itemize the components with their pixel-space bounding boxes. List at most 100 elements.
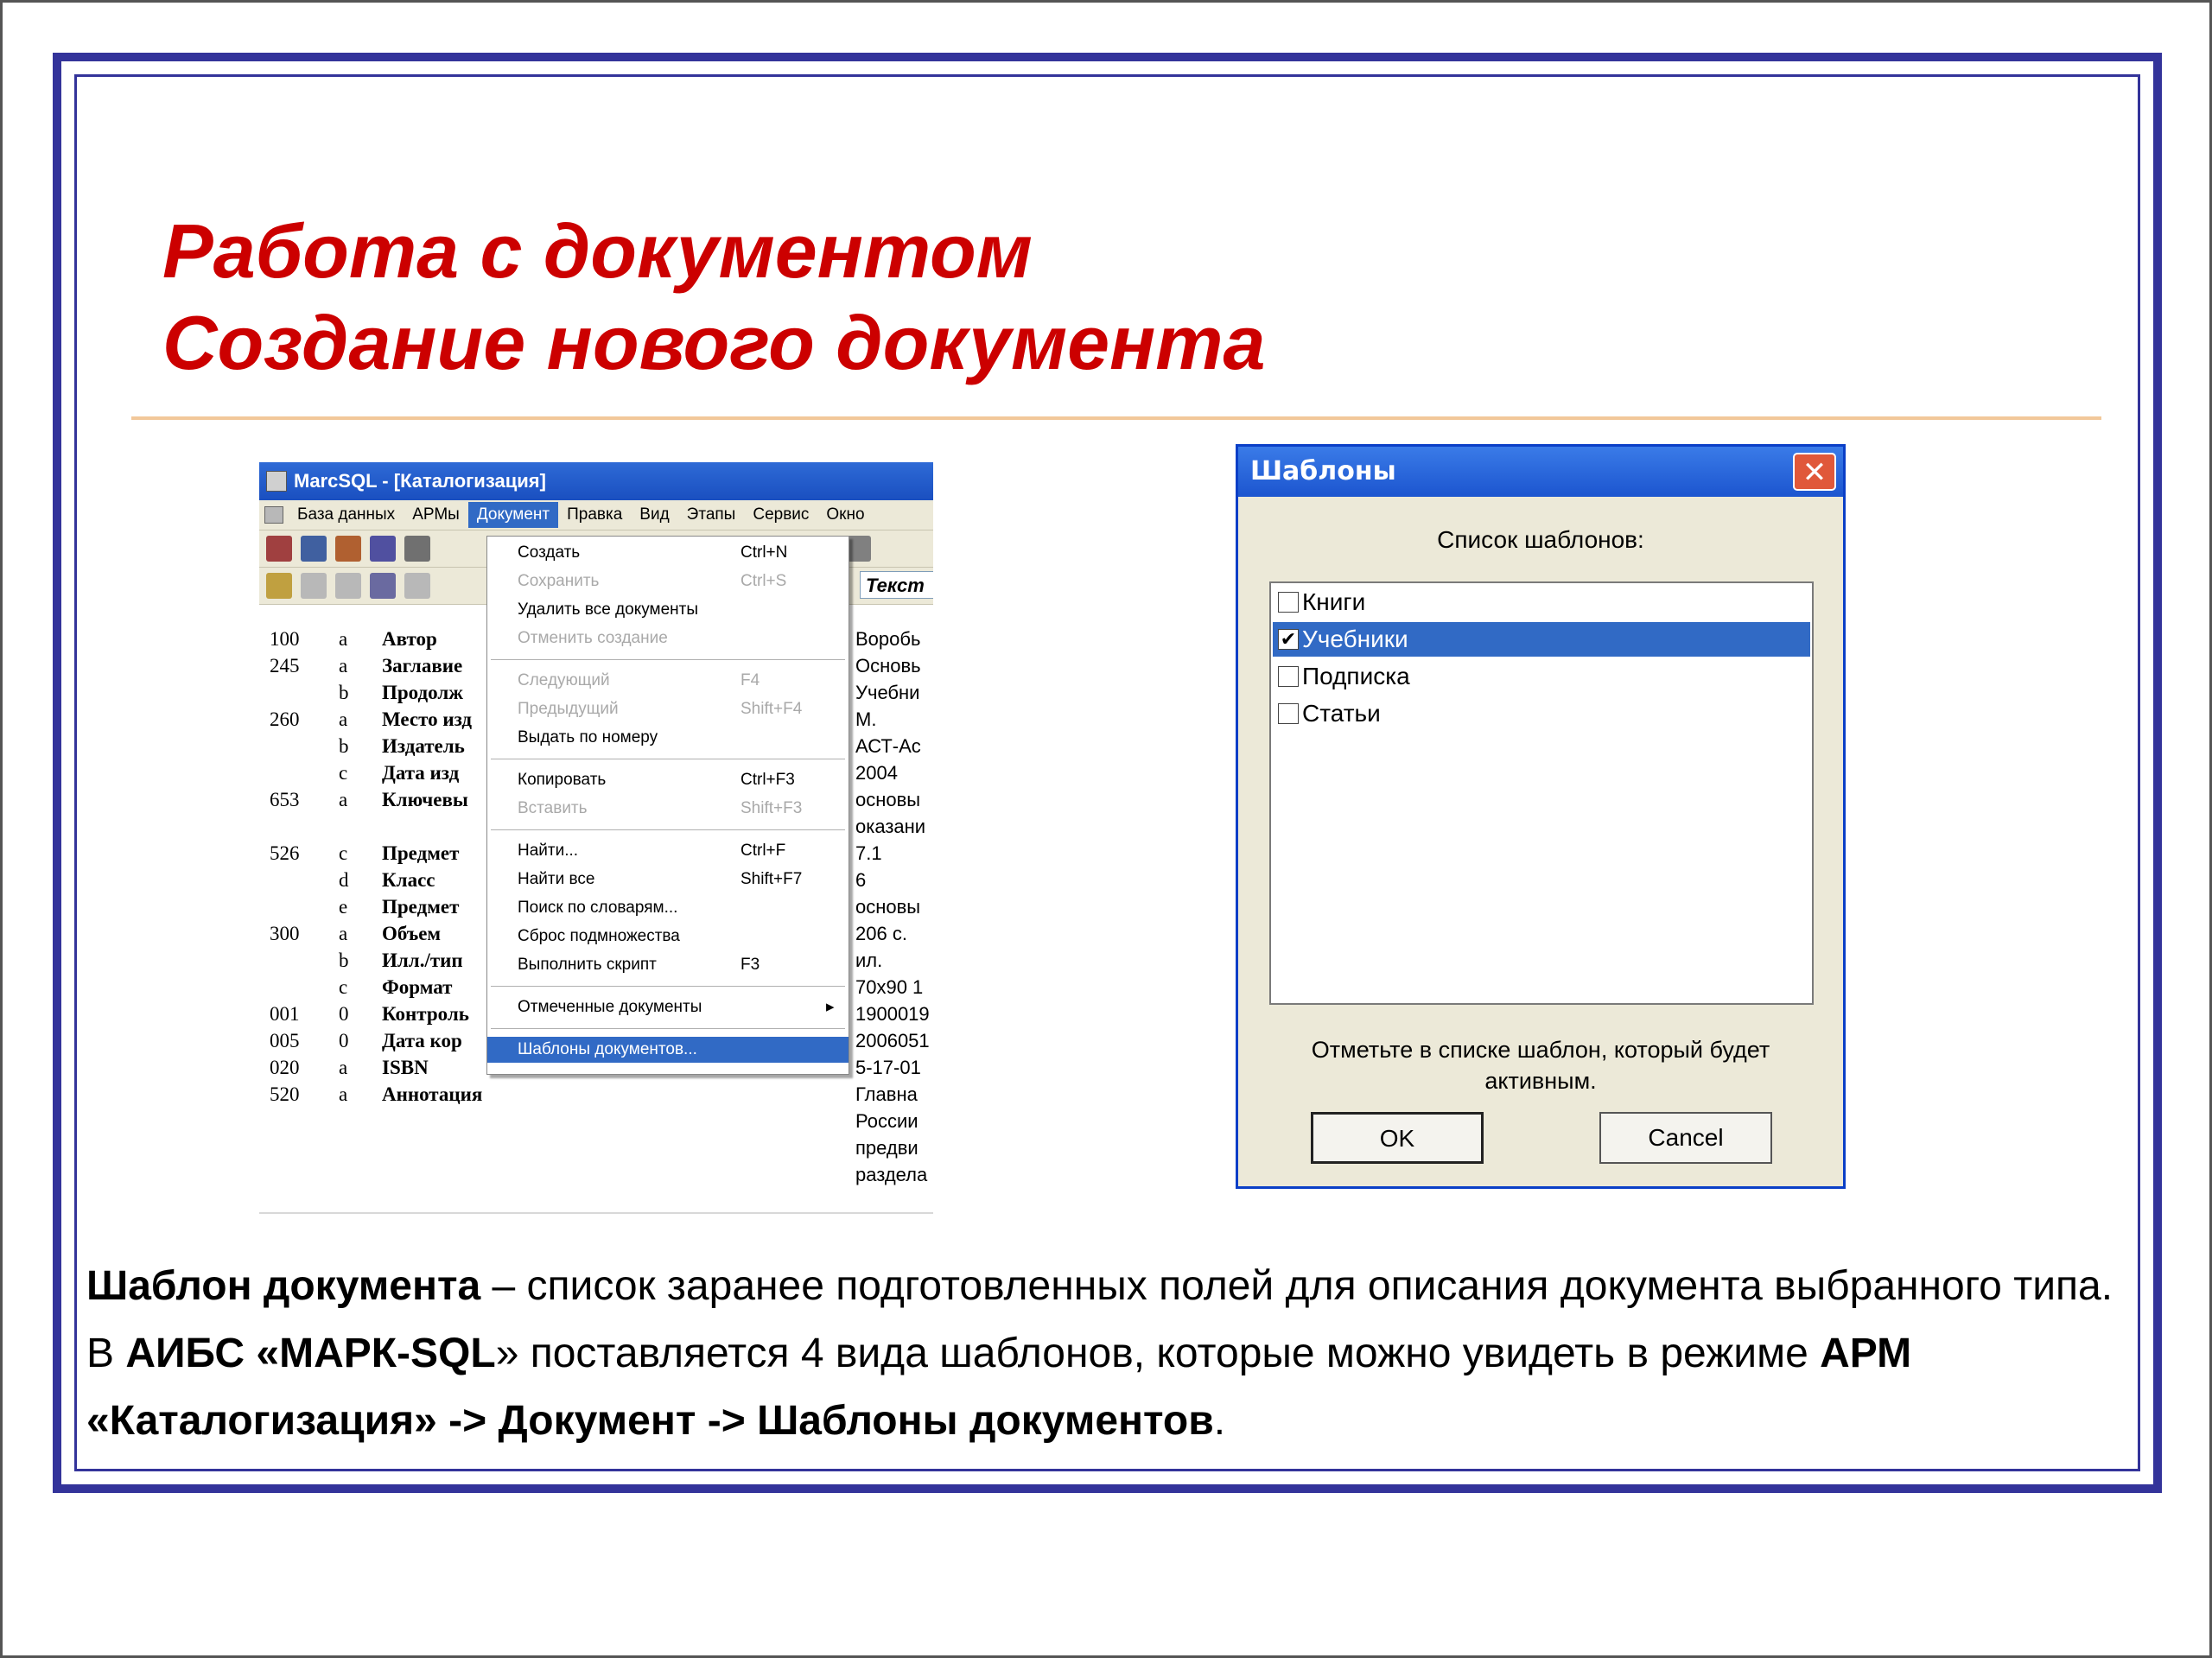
field-value: Главна [855, 1083, 918, 1105]
field-value: основы [855, 789, 921, 810]
menu-separator [491, 1028, 845, 1029]
copy-docs-icon[interactable] [301, 536, 327, 562]
menu-item-label: Сброс подмножества [518, 927, 680, 945]
menu-item[interactable]: Выдать по номеру [487, 725, 849, 751]
menu-item[interactable]: Создать Ctrl+N [487, 540, 849, 566]
menu-item[interactable]: Найти... Ctrl+F [487, 838, 849, 864]
field-value: 6 [855, 869, 867, 891]
field-value: 70х90 1 [855, 976, 924, 998]
subfield-code: a [339, 1057, 348, 1078]
subfield-code: b [339, 735, 349, 757]
cancel-button[interactable]: Cancel [1599, 1112, 1772, 1164]
text-field[interactable]: Текст [860, 571, 933, 599]
marc-field-row[interactable]: предви [259, 1137, 933, 1164]
menu-item[interactable]: Удалить все документы [487, 597, 849, 623]
menu-item[interactable]: Поиск по словарям... [487, 895, 849, 921]
export-icon[interactable] [404, 536, 430, 562]
menu-item[interactable]: Копировать Ctrl+F3 [487, 767, 849, 793]
title-line-2: Создание нового документа [162, 300, 1266, 385]
menu-item-shortcut: F3 [741, 956, 760, 974]
subfield-code: a [339, 1083, 348, 1105]
menu-edit[interactable]: Правка [558, 502, 631, 528]
template-checkbox[interactable] [1278, 666, 1299, 687]
info-end: . [1213, 1398, 1226, 1444]
print-icon[interactable] [335, 536, 361, 562]
menu-separator [491, 986, 845, 987]
template-item[interactable]: Книги [1273, 585, 1810, 619]
field-value: 2004 [855, 762, 898, 784]
field-value: М. [855, 708, 877, 730]
template-listbox[interactable]: Книги ✔ Учебники Подписка Статьи [1269, 581, 1814, 1005]
close-icon[interactable]: ✕ [1793, 453, 1836, 491]
menu-database[interactable]: База данных [289, 502, 404, 528]
templates-dialog: Шаблоны ✕ Список шаблонов: Книги ✔ Учебник… [1236, 444, 1846, 1189]
menu-item[interactable]: Сброс подмножества [487, 924, 849, 950]
menu-item[interactable]: Выполнить скрипт F3 [487, 952, 849, 978]
menu-item: Вставить Shift+F3 [487, 796, 849, 822]
subfield-code: a [339, 789, 348, 810]
menu-item-label: Сохранить [518, 572, 600, 590]
dialog-title: Шаблоны [1250, 456, 1396, 486]
field-value: России [855, 1110, 918, 1132]
menu-item-shortcut: F4 [741, 671, 760, 689]
chart-icon[interactable] [370, 536, 396, 562]
subfield-code: e [339, 896, 348, 918]
ok-button[interactable]: OK [1311, 1112, 1484, 1164]
template-checkbox[interactable] [1278, 592, 1299, 613]
system-menu-icon[interactable] [264, 506, 283, 524]
subfield-code: a [339, 708, 348, 730]
field-name: Аннотация [382, 1083, 483, 1105]
duplicate-icon[interactable] [370, 573, 396, 599]
field-tag: 020 [270, 1057, 300, 1078]
template-item[interactable]: Статьи [1273, 696, 1810, 731]
template-item[interactable]: Подписка [1273, 659, 1810, 694]
menu-window[interactable]: Окно [817, 502, 873, 528]
menu-item-shortcut: Ctrl+S [741, 572, 787, 590]
save-icon[interactable] [335, 573, 361, 599]
menu-stages[interactable]: Этапы [678, 502, 745, 528]
field-tag: 300 [270, 923, 300, 944]
marc-field-row[interactable]: 520 a Аннотация Главна [259, 1083, 933, 1110]
subfield-code: b [339, 682, 349, 703]
paste-icon[interactable] [404, 573, 430, 599]
menu-view[interactable]: Вид [631, 502, 677, 528]
field-value: Воробь [855, 628, 921, 650]
menu-item-shortcut: Ctrl+N [741, 543, 788, 562]
field-tag: 100 [270, 628, 300, 650]
menu-document[interactable]: Документ [467, 502, 559, 528]
menu-item-label: Удалить все документы [518, 600, 698, 619]
menu-item[interactable]: Найти все Shift+F7 [487, 867, 849, 893]
subfield-code: c [339, 762, 348, 784]
template-item-label: Статьи [1302, 700, 1381, 727]
subfield-code: d [339, 869, 349, 891]
marcsql-menubar: База данных АРМы Документ Правка Вид Эта… [259, 500, 933, 530]
info-prefix: В [86, 1331, 126, 1376]
template-checkbox[interactable]: ✔ [1278, 629, 1299, 650]
menu-item[interactable]: Отмеченные документы ▸ [487, 994, 849, 1020]
menu-item[interactable]: Шаблоны документов... [487, 1037, 849, 1063]
slide-title: Работа с документом Создание нового доку… [162, 206, 1265, 389]
template-item[interactable]: ✔ Учебники [1273, 622, 1810, 657]
menu-item-shortcut: Ctrl+F3 [741, 771, 795, 789]
marc-field-row[interactable]: России [259, 1110, 933, 1137]
template-item-label: Книги [1302, 588, 1366, 615]
menu-item-shortcut: Ctrl+F [741, 842, 786, 860]
subfield-code: 0 [339, 1030, 349, 1051]
delete-doc-icon[interactable] [301, 573, 327, 599]
menu-service[interactable]: Сервис [744, 502, 817, 528]
field-tag: 245 [270, 655, 300, 677]
menu-separator [491, 659, 845, 660]
subfield-code: 0 [339, 1003, 349, 1025]
menu-item: Следующий F4 [487, 668, 849, 694]
field-tag: 001 [270, 1003, 300, 1025]
menu-item-label: Шаблоны документов... [518, 1040, 697, 1058]
menu-item-label: Поиск по словарям... [518, 899, 678, 917]
title-divider [131, 416, 2101, 420]
menu-item-label: Выдать по номеру [518, 728, 658, 746]
field-value: раздела [855, 1164, 928, 1185]
books-icon[interactable] [266, 536, 292, 562]
new-doc-icon[interactable] [266, 573, 292, 599]
template-checkbox[interactable] [1278, 703, 1299, 724]
menu-arms[interactable]: АРМы [404, 502, 468, 528]
marc-field-row[interactable]: раздела [259, 1164, 933, 1191]
